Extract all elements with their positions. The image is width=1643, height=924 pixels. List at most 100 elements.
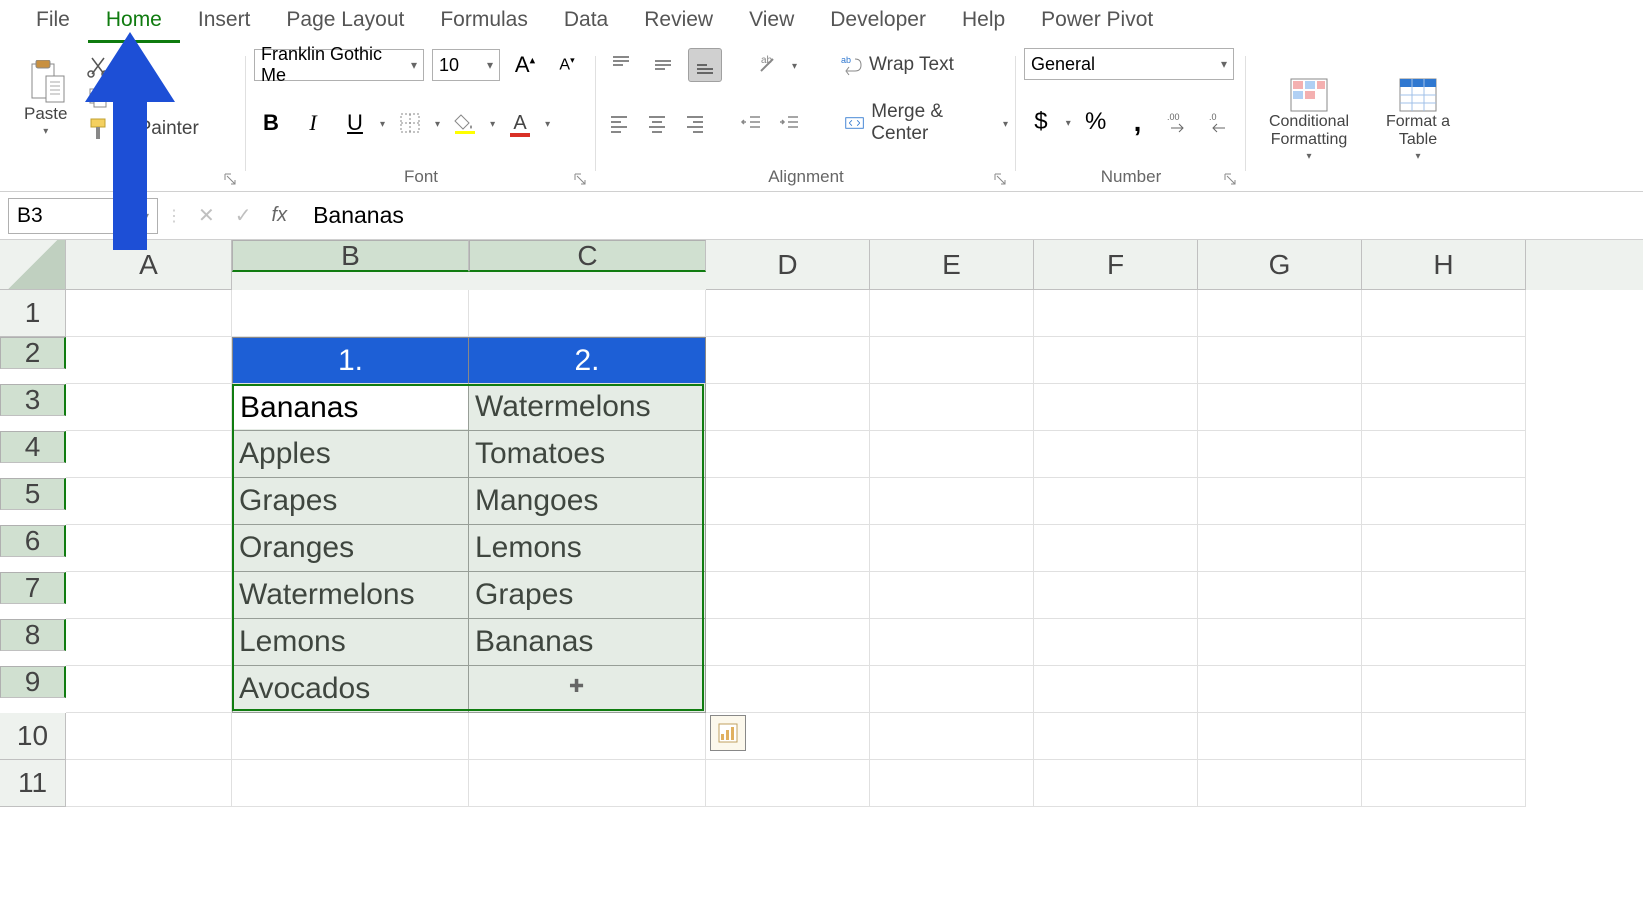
cell-F2[interactable]	[1034, 337, 1198, 384]
clipboard-launcher[interactable]	[222, 171, 238, 187]
align-center-button[interactable]	[642, 106, 672, 140]
format-painter-button[interactable]: at Painter	[81, 114, 204, 144]
conditional-formatting-button[interactable]: Conditional Formatting ▾	[1254, 48, 1364, 191]
cell-H8[interactable]	[1362, 619, 1526, 666]
cell-D4[interactable]	[706, 431, 870, 478]
cell-G8[interactable]	[1198, 619, 1362, 666]
cell-E9[interactable]	[870, 666, 1034, 713]
cell-A6[interactable]	[66, 525, 232, 572]
row-header-9[interactable]: 9	[0, 666, 66, 698]
cell-B5[interactable]: Grapes	[232, 478, 469, 525]
merge-center-button[interactable]: Merge & Center	[838, 98, 995, 148]
cell-B9[interactable]: Avocados	[232, 666, 469, 713]
insert-function-button[interactable]: fx	[272, 204, 288, 227]
cell-D7[interactable]	[706, 572, 870, 619]
cell-H9[interactable]	[1362, 666, 1526, 713]
cell-F7[interactable]	[1034, 572, 1198, 619]
cell-H6[interactable]	[1362, 525, 1526, 572]
cell-A7[interactable]	[66, 572, 232, 619]
cell-E2[interactable]	[870, 337, 1034, 384]
decrease-indent-button[interactable]	[737, 106, 767, 140]
chevron-down-icon[interactable]: ▾	[490, 119, 495, 130]
tab-file[interactable]: File	[18, 0, 88, 43]
number-format-select[interactable]: General▾	[1024, 48, 1234, 80]
cell-F1[interactable]	[1034, 290, 1198, 337]
cell-G3[interactable]	[1198, 384, 1362, 431]
cell-A9[interactable]	[66, 666, 232, 713]
row-header-7[interactable]: 7	[0, 572, 66, 604]
wrap-text-button[interactable]: ab Wrap Text	[833, 50, 960, 80]
tab-page-layout[interactable]: Page Layout	[268, 0, 422, 43]
quick-analysis-button[interactable]	[710, 715, 746, 751]
cell-D11[interactable]	[706, 760, 870, 807]
cell-E11[interactable]	[870, 760, 1034, 807]
cell-H4[interactable]	[1362, 431, 1526, 478]
paste-button[interactable]: Paste ▾	[18, 58, 73, 139]
row-header-10[interactable]: 10	[0, 713, 66, 760]
cell-H7[interactable]	[1362, 572, 1526, 619]
row-header-5[interactable]: 5	[0, 478, 66, 510]
cell-H11[interactable]	[1362, 760, 1526, 807]
cell-C11[interactable]	[469, 760, 706, 807]
spreadsheet-grid[interactable]: ABCDEFGH 121.2.3BananasWatermelons4Apple…	[0, 240, 1643, 807]
cell-A8[interactable]	[66, 619, 232, 666]
col-header-F[interactable]: F	[1034, 240, 1198, 290]
cell-E10[interactable]	[870, 713, 1034, 760]
cell-E6[interactable]	[870, 525, 1034, 572]
tab-power-pivot[interactable]: Power Pivot	[1023, 0, 1171, 43]
enter-formula-button[interactable]: ✓	[235, 203, 252, 228]
cell-F11[interactable]	[1034, 760, 1198, 807]
cell-A1[interactable]	[66, 290, 232, 337]
cell-D3[interactable]	[706, 384, 870, 431]
font-name-select[interactable]: Franklin Gothic Me▾	[254, 49, 424, 81]
cell-H10[interactable]	[1362, 713, 1526, 760]
chevron-down-icon[interactable]: ▾	[1066, 118, 1071, 129]
cell-G6[interactable]	[1198, 525, 1362, 572]
increase-indent-button[interactable]	[775, 106, 805, 140]
align-middle-button[interactable]	[646, 48, 680, 82]
cell-H5[interactable]	[1362, 478, 1526, 525]
cell-A5[interactable]	[66, 478, 232, 525]
cell-C7[interactable]: Grapes	[469, 572, 706, 619]
tab-help[interactable]: Help	[944, 0, 1023, 43]
cell-F6[interactable]	[1034, 525, 1198, 572]
cell-B4[interactable]: Apples	[232, 431, 469, 478]
cell-F5[interactable]	[1034, 478, 1198, 525]
cell-A10[interactable]	[66, 713, 232, 760]
cell-C4[interactable]: Tomatoes	[469, 431, 706, 478]
cell-G7[interactable]	[1198, 572, 1362, 619]
cell-E3[interactable]	[870, 384, 1034, 431]
row-header-1[interactable]: 1	[0, 290, 66, 337]
cell-C8[interactable]: Bananas	[469, 619, 706, 666]
decrease-decimal-button[interactable]: .0	[1204, 105, 1238, 139]
row-header-3[interactable]: 3	[0, 384, 66, 416]
cell-F10[interactable]	[1034, 713, 1198, 760]
cell-E7[interactable]	[870, 572, 1034, 619]
cell-E4[interactable]	[870, 431, 1034, 478]
cell-H2[interactable]	[1362, 337, 1526, 384]
row-header-8[interactable]: 8	[0, 619, 66, 651]
chevron-down-icon[interactable]: ▾	[792, 61, 797, 72]
format-as-table-button[interactable]: Format a Table ▾	[1368, 48, 1468, 191]
cell-F8[interactable]	[1034, 619, 1198, 666]
align-top-button[interactable]	[604, 48, 638, 82]
align-bottom-button[interactable]	[688, 48, 722, 82]
cell-B8[interactable]: Lemons	[232, 619, 469, 666]
cell-C1[interactable]	[469, 290, 706, 337]
cell-B1[interactable]	[232, 290, 469, 337]
currency-button[interactable]: $	[1024, 105, 1058, 139]
cell-B7[interactable]: Watermelons	[232, 572, 469, 619]
cell-B3[interactable]: Bananas	[232, 384, 469, 431]
name-box[interactable]: B3 ▾	[8, 198, 158, 234]
cell-C3[interactable]: Watermelons	[469, 384, 706, 431]
cell-A4[interactable]	[66, 431, 232, 478]
tab-insert[interactable]: Insert	[180, 0, 269, 43]
tab-data[interactable]: Data	[546, 0, 626, 43]
cell-B11[interactable]	[232, 760, 469, 807]
col-header-H[interactable]: H	[1362, 240, 1526, 290]
borders-button[interactable]	[393, 106, 427, 140]
chevron-down-icon[interactable]: ▾	[380, 119, 385, 130]
font-launcher[interactable]	[572, 171, 588, 187]
cell-G1[interactable]	[1198, 290, 1362, 337]
cell-C2[interactable]: 2.	[469, 337, 706, 384]
